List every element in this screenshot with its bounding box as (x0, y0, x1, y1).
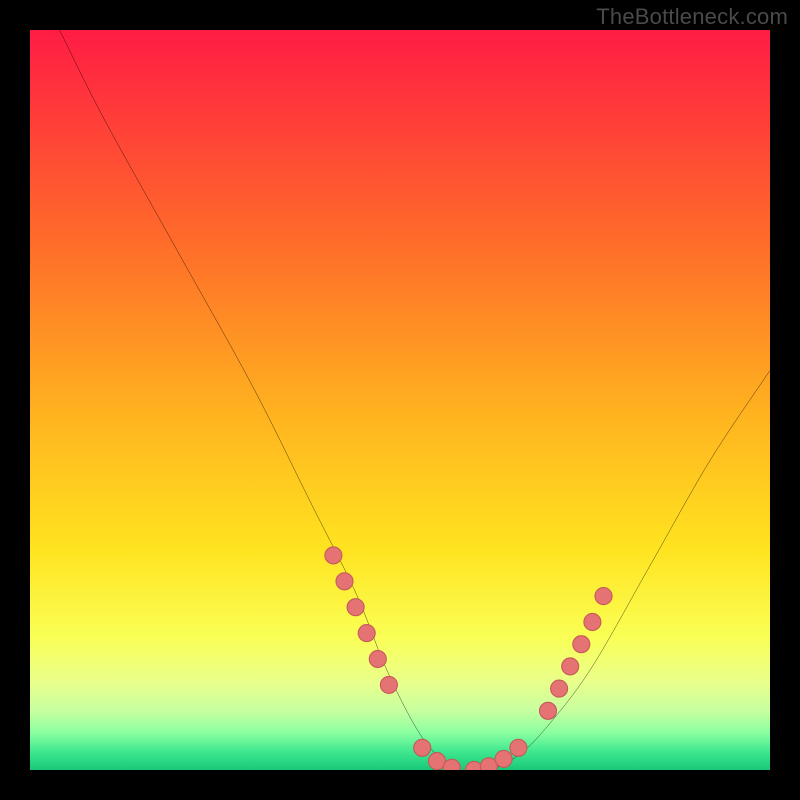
highlight-dot (380, 676, 397, 693)
highlight-dot (573, 636, 590, 653)
highlight-dot (584, 613, 601, 630)
plot-svg (30, 30, 770, 770)
bottleneck-plot (30, 30, 770, 770)
highlight-dot (539, 702, 556, 719)
highlight-dot (325, 547, 342, 564)
highlight-dot (347, 599, 364, 616)
highlight-dot (495, 750, 512, 767)
highlight-dot (358, 625, 375, 642)
highlight-dot (595, 588, 612, 605)
chart-frame: TheBottleneck.com (0, 0, 800, 800)
highlight-dot (414, 739, 431, 756)
gradient-bg (30, 30, 770, 770)
highlight-dot (510, 739, 527, 756)
highlight-dot (369, 650, 386, 667)
highlight-dot (562, 658, 579, 675)
site-watermark: TheBottleneck.com (596, 4, 788, 30)
highlight-dot (551, 680, 568, 697)
highlight-dot (336, 573, 353, 590)
